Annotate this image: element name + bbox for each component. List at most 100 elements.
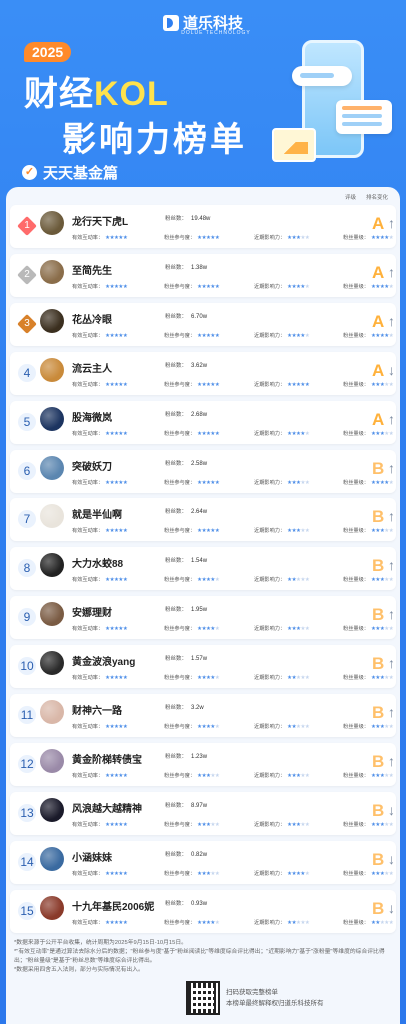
table-row[interactable]: 14 小涵妹妹 粉丝数： 0.82w 有效互动率： ★★★★★ 粉丝参与度： ★★★★★ 近期影… xyxy=(10,840,396,884)
star-rating-icon: ★★★★★ xyxy=(370,430,394,437)
rank-badge: 7 xyxy=(18,510,36,529)
table-row[interactable]: 11 财神六一路 粉丝数： 3.2w 有效互动率： ★★★★★ 粉丝参与度： ★★★★★ 近期影… xyxy=(10,694,396,737)
rank-badge: 6 xyxy=(18,461,36,480)
kol-name: 黄金波浪yang xyxy=(72,657,136,669)
metric-m1: 有效互动率： ★★★★★ xyxy=(72,528,128,535)
footer: 扫码获取完整榜单 本榜单最终解释权归道乐科技所有 xyxy=(186,981,324,1015)
rank-badge: 3 xyxy=(17,313,37,334)
star-rating-icon: ★★★★★ xyxy=(370,626,394,633)
avatar xyxy=(40,846,64,871)
metric-m1: 有效互动率： ★★★★★ xyxy=(72,675,128,682)
metric-m2: 粉丝参与度： ★★★★★ xyxy=(164,675,220,682)
grade-badge: B xyxy=(372,849,385,869)
year-badge: 2025 xyxy=(24,42,72,62)
kol-name: 小涵妹妹 xyxy=(72,852,112,864)
metric-m1: 有效互动率： ★★★★★ xyxy=(72,381,128,388)
star-rating-icon: ★★★★★ xyxy=(370,235,394,241)
grade-badge: B xyxy=(372,800,385,820)
chart-card-icon xyxy=(272,128,316,162)
kol-name: 花丛冷眼 xyxy=(72,314,112,326)
kol-name: 就是半仙啊 xyxy=(72,510,122,522)
rank-badge: 12 xyxy=(18,754,36,773)
kol-name: 财神六一路 xyxy=(72,706,122,717)
grade-badge: A xyxy=(372,262,385,282)
metric-m2: 粉丝参与度： ★★★★★ xyxy=(164,332,220,339)
table-row[interactable]: 5 股海微岚 粉丝数： 2.68w 有效互动率： ★★★★★ 粉丝参与度： ★★★★★ 近期影响… xyxy=(10,400,396,444)
fans-count: 粉丝数： 6.70w xyxy=(165,313,208,320)
avatar xyxy=(40,308,64,333)
star-rating-icon: ★★★★★ xyxy=(370,283,394,290)
kol-name: 安娜理财 xyxy=(72,608,112,620)
rank-badge: 13 xyxy=(18,803,36,822)
table-row[interactable]: 10 黄金波浪yang 粉丝数： 1.57w 有效互动率： ★★★★★ 粉丝参与度： ★★★★… xyxy=(10,645,396,689)
fans-count: 粉丝数： 2.64w xyxy=(165,509,208,516)
arrow-up-icon: ↑ xyxy=(388,459,395,476)
metric-m2: 粉丝参与度： ★★★★★ xyxy=(164,528,220,535)
metric-m4: 粉丝量级： ★★★★★ xyxy=(343,626,394,633)
star-rating-icon: ★★★★★ xyxy=(105,870,128,877)
star-rating-icon: ★★★★★ xyxy=(105,821,128,828)
table-row[interactable]: 4 流云主人 粉丝数： 3.62w 有效互动率： ★★★★★ 粉丝参与度： ★★★★★ 近期影响… xyxy=(10,351,396,395)
metric-m4: 粉丝量级： ★★★★★ xyxy=(343,577,394,584)
star-rating-icon: ★★★★★ xyxy=(287,724,310,730)
metric-m2: 粉丝参与度： ★★★★★ xyxy=(164,381,220,388)
kol-name: 至简先生 xyxy=(72,265,112,277)
kol-name: 突破妖刀 xyxy=(72,461,112,473)
grade-badge: B xyxy=(372,507,385,527)
metric-m2: 粉丝参与度： ★★★★★ xyxy=(164,430,220,437)
fans-count: 粉丝数： 1.38w xyxy=(165,264,208,271)
table-row[interactable]: 2 至简先生 粉丝数： 1.38w 有效互动率： ★★★★★ 粉丝参与度： ★★★★★ 近期影响… xyxy=(10,253,396,297)
avatar xyxy=(40,455,64,480)
table-row[interactable]: 13 风浪越大越精神 粉丝数： 8.97w 有效互动率： ★★★★★ 粉丝参与度： ★★★★★… xyxy=(10,791,396,835)
star-rating-icon: ★★★★★ xyxy=(370,675,394,682)
brand-logo-icon xyxy=(162,14,179,31)
metric-m3: 近期影响力： ★★★★★ xyxy=(254,675,310,682)
star-rating-icon: ★★★★★ xyxy=(105,577,128,584)
metric-m3: 近期影响力： ★★★★★ xyxy=(254,919,310,926)
star-rating-icon: ★★★★★ xyxy=(370,528,394,535)
fans-count: 粉丝数： 1.23w xyxy=(165,753,208,760)
fans-count: 粉丝数： 1.95w xyxy=(165,607,208,614)
star-rating-icon: ★★★★★ xyxy=(370,479,394,486)
avatar xyxy=(40,895,64,920)
star-rating-icon: ★★★★★ xyxy=(287,675,310,682)
star-rating-icon: ★★★★★ xyxy=(287,772,310,779)
table-row[interactable]: 8 大力水蛟88 粉丝数： 1.54w 有效互动率： ★★★★★ 粉丝参与度： ★★★★★ 近期… xyxy=(10,547,396,591)
grade-badge: A xyxy=(372,360,385,380)
star-rating-icon: ★★★★★ xyxy=(370,381,394,388)
star-rating-icon: ★★★★★ xyxy=(197,821,220,828)
table-row[interactable]: 3 花丛冷眼 粉丝数： 6.70w 有效互动率： ★★★★★ 粉丝参与度： ★★★★★ 近期影响… xyxy=(10,302,396,346)
page-title-line2: 影响力榜单 xyxy=(62,121,247,159)
kol-name: 龙行天下虎L xyxy=(72,217,129,228)
table-row[interactable]: 6 突破妖刀 粉丝数： 2.58w 有效互动率： ★★★★★ 粉丝参与度： ★★★★★ 近期影响… xyxy=(10,449,396,493)
footnotes: *数据来源于公开平台收集，统计周期为2025年9月15日-10月15日。 *"有… xyxy=(14,939,396,975)
legend: 评级 排名变化 xyxy=(335,193,388,201)
star-rating-icon: ★★★★★ xyxy=(370,870,394,877)
fans-count: 粉丝数： 2.58w xyxy=(165,460,208,467)
grade-badge: B xyxy=(372,605,385,625)
qr-code-icon[interactable] xyxy=(186,981,220,1015)
star-rating-icon: ★★★★★ xyxy=(197,675,220,682)
table-row[interactable]: 9 安娜理财 粉丝数： 1.95w 有效互动率： ★★★★★ 粉丝参与度： ★★★★★ 近期影响… xyxy=(10,596,396,640)
star-rating-icon: ★★★★★ xyxy=(197,528,220,535)
star-rating-icon: ★★★★★ xyxy=(287,821,310,828)
grade-badge: B xyxy=(372,898,385,918)
phone-illustration xyxy=(272,40,392,170)
star-rating-icon: ★★★★★ xyxy=(197,430,220,437)
rank-badge: 2 xyxy=(17,264,37,285)
arrow-down-icon: ↓ xyxy=(388,801,395,818)
table-row[interactable]: 12 黄金阶梯转债宝 粉丝数： 1.23w 有效互动率： ★★★★★ 粉丝参与度： ★★★★★… xyxy=(10,742,396,786)
star-rating-icon: ★★★★★ xyxy=(287,283,310,290)
star-rating-icon: ★★★★★ xyxy=(197,919,220,926)
metric-m1: 有效互动率： ★★★★★ xyxy=(72,626,128,633)
star-rating-icon: ★★★★★ xyxy=(287,381,310,388)
table-row[interactable]: 1 龙行天下虎L 粉丝数： 19.48w 有效互动率： ★★★★★ 粉丝参与度： ★★★★★ 近… xyxy=(10,205,396,248)
footnote: *"有效互动率"是通过算法去除水分后的数据；"粉丝参与度"基于"粉丝阅读比"等维… xyxy=(14,949,385,964)
metric-m3: 近期影响力： ★★★★★ xyxy=(254,479,310,486)
table-row[interactable]: 7 就是半仙啊 粉丝数： 2.64w 有效互动率： ★★★★★ 粉丝参与度： ★★★★★ 近期影… xyxy=(10,498,396,542)
metric-m3: 近期影响力： ★★★★★ xyxy=(254,381,310,388)
table-row[interactable]: 15 十九年基民2006妮 粉丝数： 0.93w 有效互动率： ★★★★★ 粉丝参与度： ★★… xyxy=(10,889,396,933)
fans-count: 粉丝数： 8.97w xyxy=(165,802,208,809)
section-title: ✓ 天天基金篇 xyxy=(22,162,118,183)
metric-m3: 近期影响力： ★★★★★ xyxy=(254,577,310,584)
